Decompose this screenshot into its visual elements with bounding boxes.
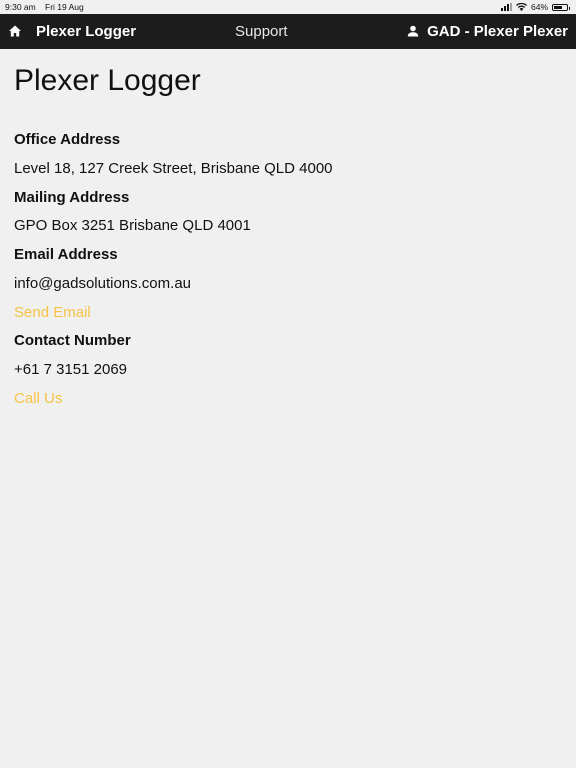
mailing-address-value: GPO Box 3251 Brisbane QLD 4001 [14,217,251,234]
status-right: 64% [500,2,570,12]
send-email-link[interactable]: Send Email [14,304,91,321]
email-address-label: Email Address [14,246,118,263]
contact-number-value: +61 7 3151 2069 [14,361,128,378]
top-navbar: Plexer Logger Support GAD - Plexer Plexe… [0,14,576,49]
battery-level [554,5,562,9]
nav-support-link[interactable]: Support [235,23,288,40]
email-address-value: info@gadsolutions.com.au [14,275,191,292]
status-date: Fri 19 Aug [45,2,84,12]
battery-icon [552,3,570,11]
page-title: Plexer Logger [14,64,201,97]
wifi-icon [515,3,527,11]
signal-icon [500,3,512,11]
call-us-link[interactable]: Call Us [14,390,62,407]
status-time: 9:30 am [5,2,36,12]
office-address-value: Level 18, 127 Creek Street, Brisbane QLD… [14,160,333,177]
mailing-address-label: Mailing Address [14,189,130,206]
contact-content: Plexer Logger Office Address Level 18, 1… [14,62,562,407]
battery-percent: 64% [530,2,548,12]
contact-number-label: Contact Number [14,332,131,349]
home-icon[interactable] [8,24,22,38]
status-bar: 9:30 am Fri 19 Aug 64% [0,0,576,14]
office-address-label: Office Address [14,131,121,148]
nav-user-menu[interactable]: GAD - Plexer Plexer [427,23,568,40]
user-icon[interactable] [406,24,420,38]
nav-brand-link[interactable]: Plexer Logger [36,23,136,40]
